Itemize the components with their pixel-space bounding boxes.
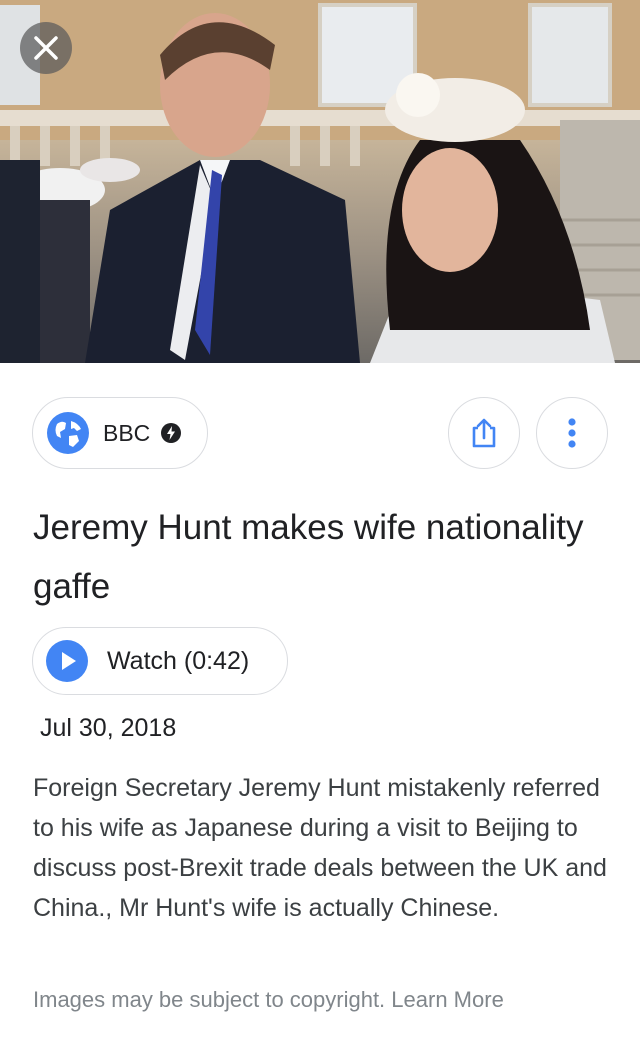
article-date: Jul 30, 2018: [40, 714, 177, 742]
more-options-button[interactable]: [536, 397, 608, 469]
copyright-text: Images may be subject to copyright.: [33, 987, 386, 1012]
source-chip[interactable]: BBC: [32, 397, 208, 469]
share-button[interactable]: [448, 397, 520, 469]
article-title[interactable]: Jeremy Hunt makes wife nationality gaffe: [33, 498, 613, 616]
hero-image[interactable]: [0, 0, 640, 363]
globe-icon: [47, 412, 89, 454]
copyright-notice: Images may be subject to copyright. Lear…: [33, 987, 504, 1013]
source-name: BBC: [103, 419, 151, 446]
close-icon: [34, 36, 58, 60]
watch-label: Watch (0:42): [107, 646, 250, 675]
amp-lightning-icon: [161, 423, 182, 443]
play-icon: [46, 640, 88, 682]
watch-video-button[interactable]: Watch (0:42): [32, 627, 288, 695]
learn-more-link[interactable]: Learn More: [391, 987, 504, 1012]
article-description: Foreign Secretary Jeremy Hunt mistakenly…: [33, 774, 607, 922]
close-button[interactable]: [20, 22, 72, 74]
hero-photo-illustration: [0, 0, 640, 363]
more-vert-icon: [568, 418, 576, 448]
share-icon: [472, 418, 496, 448]
